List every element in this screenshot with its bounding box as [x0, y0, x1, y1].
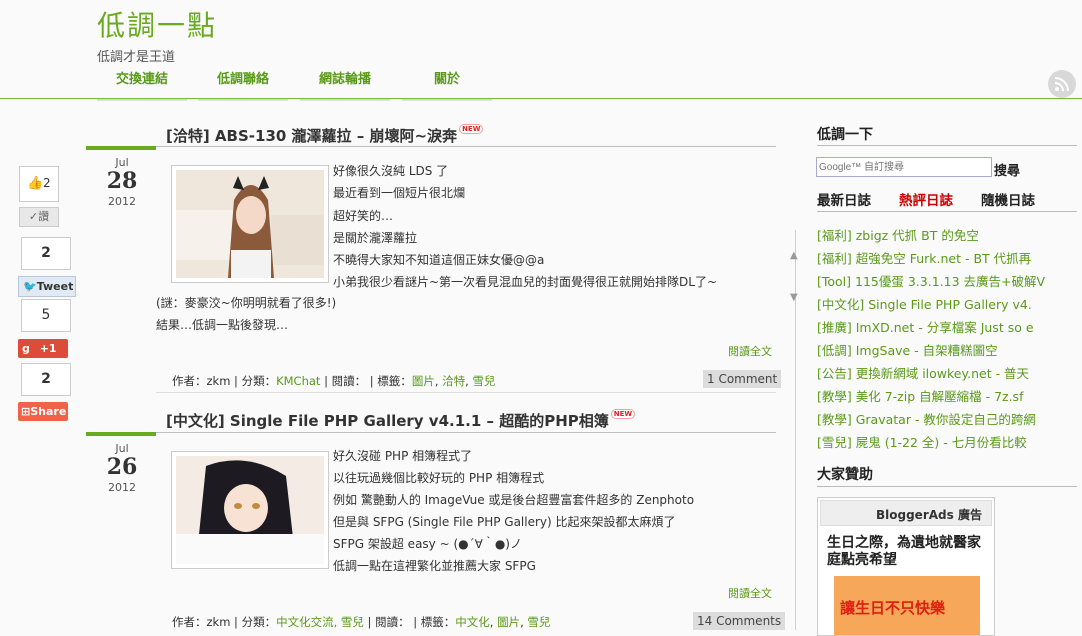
header-divider — [0, 98, 1082, 99]
post-day: 26 — [106, 454, 138, 480]
tag-link[interactable]: 中文化 — [455, 615, 490, 629]
sidebar-post-link[interactable]: [教學] 美化 7-zip 自解壓縮檔 - 7z.sf — [817, 386, 1023, 405]
post-text-line: 例如 驚艷動人的 ImageVue 或是後台超豐富套件超多的 Zenphoto — [333, 493, 695, 507]
site-title[interactable]: 低調一點 — [97, 4, 217, 44]
post-thumbnail[interactable] — [171, 165, 329, 283]
facebook-like-box[interactable]: 👍 2 — [19, 166, 59, 202]
post-text-line: 好像很久沒純 LDS 了 — [333, 164, 449, 178]
title-divider — [156, 146, 776, 147]
tag-link[interactable]: 雪兒 — [527, 615, 550, 629]
sidebar-post-link[interactable]: [福利] zbigz 代抓 BT 的免空 — [817, 225, 979, 244]
share-button[interactable]: ⊞Share — [18, 402, 68, 421]
nav-link-contact[interactable]: 低調聯絡 — [198, 70, 288, 101]
share-count: 2 — [21, 363, 71, 396]
plus-icon: ⊞ — [21, 405, 31, 418]
tag-link[interactable]: 圖片 — [412, 374, 435, 388]
post-text-line: (謎：麥豪洨~你明明就看了很多!) — [156, 296, 337, 310]
comments-link[interactable]: 14 Comments — [693, 612, 786, 630]
post-meta: 作者：zkm | 分類：中文化交流, 雪兒 | 閱讀： | 標籤：中文化, 圖片… — [172, 615, 551, 629]
post-text-line: 結果…低調一點後發現… — [156, 318, 289, 332]
ad-banner[interactable]: 讓生日不只快樂 — [834, 576, 980, 635]
sidebar-divider — [817, 145, 1077, 146]
sidebar-divider — [817, 211, 1077, 212]
like-count: 2 — [43, 176, 51, 190]
scroll-up-icon[interactable]: ▲ — [790, 250, 798, 261]
comments-link[interactable]: 1 Comment — [703, 370, 782, 388]
post-text-line: 超好笑的… — [333, 209, 394, 223]
sidebar-post-link[interactable]: [公告] 更換新網域 ilowkey.net - 普天 — [817, 363, 1029, 382]
read-more-link[interactable]: 閱讀全文 — [728, 343, 772, 359]
sidebar-post-link[interactable]: [低調] ImgSave - 自架糟糕圖空 — [817, 340, 998, 359]
post-text-line: 好久沒碰 PHP 相簿程式了 — [333, 449, 473, 463]
title-divider — [156, 432, 776, 433]
like-button[interactable]: ✓讚 — [19, 207, 59, 227]
twitter-icon: 🐦 — [23, 280, 37, 293]
sidebar-post-link[interactable]: [雪兒] 屍鬼 (1-22 全) - 七月份看比較 — [817, 432, 1027, 451]
sidebar-post-link[interactable]: [Tool] 115優蛋 3.3.1.13 去廣告+破解V — [817, 271, 1045, 290]
post-text-line: 但是與 SFPG (Single File PHP Gallery) 比起來架設… — [333, 515, 676, 529]
nav-link-exchange[interactable]: 交換連結 — [97, 70, 187, 101]
post-year: 2012 — [108, 195, 136, 208]
ad-text[interactable]: 生日之際，為遺地就醫家庭點亮希望 — [827, 535, 987, 569]
post-text-line: SFPG 架設超 easy ~ (●´∀｀●)ノ — [333, 537, 522, 551]
post-meta: 作者：zkm | 分類：KMChat | 閱讀： | 標籤：圖片, 洽特, 雪兒 — [172, 374, 496, 388]
sidebar-post-link[interactable]: [教學] Gravatar - 教你設定自己的跨網 — [817, 409, 1036, 428]
tab-random[interactable]: 隨機日誌 — [981, 189, 1035, 209]
new-badge: NEW — [610, 409, 636, 419]
scroll-down-icon[interactable]: ▼ — [790, 292, 798, 303]
post-text-line: 以往玩過幾個比較好玩的 PHP 相簿程式 — [333, 471, 545, 485]
read-more-link[interactable]: 閱讀全文 — [728, 585, 772, 601]
nav-link-carousel[interactable]: 網誌輪播 — [300, 70, 390, 101]
post-text-line: 最近看到一個短片很北爛 — [333, 186, 466, 200]
gplus-icon: g — [22, 342, 30, 355]
tag-link[interactable]: 雪兒 — [472, 374, 495, 388]
sidebar-divider — [817, 486, 1077, 487]
search-heading: 低調一下 — [817, 127, 873, 143]
tag-link[interactable]: 洽特 — [442, 374, 465, 388]
post-text-line: 低調一點在這裡繁化並推薦大家 SFPG — [333, 559, 536, 573]
bloggerads-widget[interactable]: BloggerAds 廣告 生日之際，為遺地就醫家庭點亮希望 讓生日不只快樂 — [817, 497, 995, 636]
thumbs-up-icon: 👍 — [27, 176, 44, 191]
post-text-line: 不曉得大家知不知道這個正妹女優@@a — [333, 253, 545, 267]
category-link[interactable]: KMChat — [276, 374, 320, 388]
tab-hot[interactable]: 熱評日誌 — [899, 189, 953, 209]
sidebar-post-link[interactable]: [中文化] Single File PHP Gallery v4. — [817, 294, 1032, 313]
post-title[interactable]: [中文化] Single File PHP Gallery v4.1.1 – 超… — [166, 409, 636, 431]
meta-divider — [156, 392, 776, 393]
date-accent — [86, 432, 156, 436]
ads-label: BloggerAds 廣告 — [876, 508, 982, 522]
new-badge: NEW — [459, 124, 484, 134]
gplus-button[interactable]: g +1 — [18, 339, 68, 358]
sidebar-post-link[interactable]: [推廣] ImXD.net - 分享檔案 Just so e — [817, 317, 1034, 336]
rss-icon[interactable] — [1048, 70, 1076, 98]
tag-link[interactable]: 圖片 — [497, 615, 520, 629]
site-description: 低調才是王道 — [97, 50, 176, 65]
post-day: 28 — [106, 168, 138, 194]
search-input[interactable] — [816, 157, 992, 177]
tweet-count: 2 — [21, 237, 71, 270]
post-text-line: 小弟我很少看謎片~第一次看見混血兒的封面覺得很正就開始排隊DL了~ — [333, 275, 718, 289]
ad-banner-text: 讓生日不只快樂 — [840, 599, 946, 617]
sidebar-post-link[interactable]: [福利] 超強免空 Furk.net - BT 代抓再 — [817, 248, 1031, 267]
post-thumbnail[interactable] — [171, 451, 329, 569]
sponsor-heading: 大家贊助 — [817, 467, 873, 483]
nav-link-about[interactable]: 關於 — [402, 70, 492, 101]
tweet-button[interactable]: 🐦Tweet — [18, 276, 76, 297]
post-text-line: 是關於瀧澤蘿拉 — [333, 231, 418, 245]
search-button[interactable]: 搜尋 — [994, 160, 1020, 179]
post-year: 2012 — [108, 481, 136, 494]
date-accent — [86, 146, 156, 150]
gplus-count: 5 — [21, 299, 71, 332]
tab-recent[interactable]: 最新日誌 — [817, 189, 871, 209]
check-icon: ✓ — [28, 210, 39, 223]
category-link[interactable]: 中文化交流, 雪兒 — [276, 615, 364, 629]
post-title[interactable]: [洽特] ABS-130 瀧澤蘿拉 – 崩壞阿~淚奔 NEW — [166, 124, 484, 146]
sidebar-scroll-track — [795, 230, 796, 630]
